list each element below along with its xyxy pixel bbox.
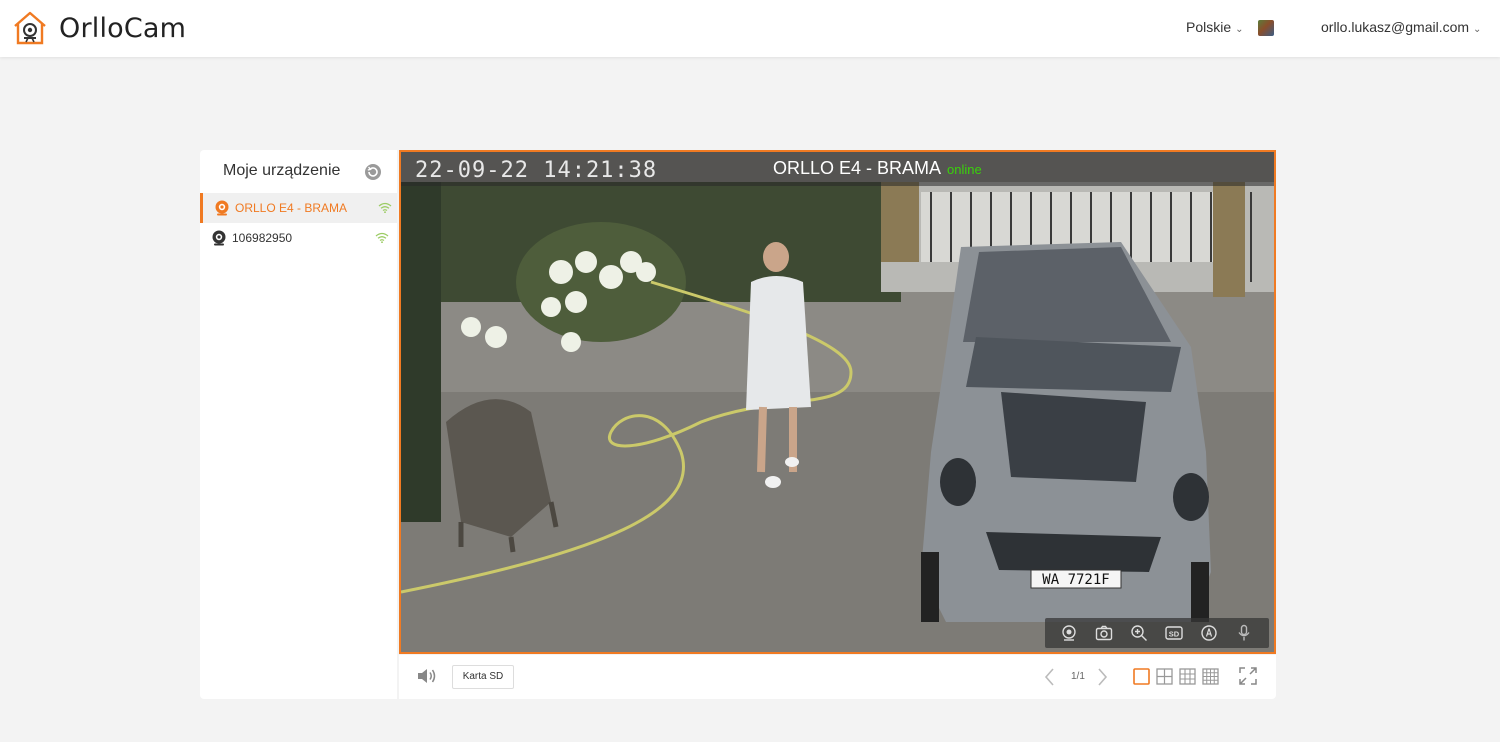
layout-1-icon[interactable]: [1133, 668, 1150, 685]
camera-feed-image: WA 7721F: [401, 152, 1274, 652]
microphone-icon[interactable]: [1235, 624, 1253, 642]
record-icon[interactable]: [1060, 624, 1078, 642]
snapshot-icon[interactable]: [1095, 624, 1113, 642]
chevron-left-icon[interactable]: [1043, 667, 1055, 687]
ptz-icon[interactable]: [1200, 624, 1218, 642]
layout-9-icon[interactable]: [1179, 668, 1196, 685]
status-online-badge: online: [947, 162, 982, 177]
layout-16-icon[interactable]: [1202, 668, 1219, 685]
user-avatar[interactable]: [1258, 20, 1274, 36]
sd-card-button[interactable]: Karta SD: [452, 665, 514, 689]
sd-badge-label: SD: [1169, 630, 1180, 639]
license-plate: WA 7721F: [1042, 572, 1109, 588]
device-label: 106982950: [232, 231, 293, 245]
orllocam-logo-icon[interactable]: [12, 9, 48, 47]
user-email: orllo.lukasz@gmail.com: [1321, 19, 1470, 35]
camera-icon: [215, 200, 229, 216]
refresh-icon[interactable]: [364, 163, 382, 181]
video-timestamp: 22-09-22 14:21:38: [415, 158, 658, 183]
top-bar: OrlloCam Polskie ⌄ orllo.lukasz@gmail.com…: [0, 0, 1500, 57]
live-video-player[interactable]: WA 7721F 22-09-22 14:21:38 ORLLO E4 - BR…: [399, 150, 1276, 654]
layout-4-icon[interactable]: [1156, 668, 1173, 685]
language-label: Polskie: [1186, 19, 1232, 35]
video-toolbar: SD: [1045, 618, 1269, 648]
brand-name: OrlloCam: [59, 13, 187, 44]
player-controls: Karta SD 1/1: [399, 655, 1276, 699]
sidebar-device-106982950[interactable]: 106982950: [200, 223, 397, 253]
chevron-down-icon: ⌄: [1473, 24, 1482, 35]
sidebar-title: Moje urządzenie: [223, 162, 341, 179]
device-label: ORLLO E4 - BRAMA: [235, 201, 348, 215]
chevron-right-icon[interactable]: [1097, 667, 1109, 687]
device-sidebar: Moje urządzenie ORLLO E4 - BRAMA 1069829…: [200, 150, 397, 699]
zoom-icon[interactable]: [1130, 624, 1148, 642]
wifi-icon: [375, 232, 389, 243]
language-selector[interactable]: Polskie ⌄: [1186, 19, 1244, 35]
page-indicator: 1/1: [1071, 671, 1085, 682]
camera-icon: [212, 230, 226, 246]
fullscreen-icon[interactable]: [1238, 666, 1258, 686]
video-camera-title: ORLLO E4 - BRAMA online: [773, 158, 982, 179]
chevron-down-icon: ⌄: [1235, 24, 1244, 35]
user-menu[interactable]: orllo.lukasz@gmail.com ⌄: [1321, 19, 1481, 35]
camera-name: ORLLO E4 - BRAMA: [773, 158, 942, 178]
sd-quality-icon[interactable]: SD: [1165, 624, 1183, 642]
wifi-icon: [378, 202, 392, 213]
sidebar-device-orllo-e4-brama[interactable]: ORLLO E4 - BRAMA: [200, 193, 397, 223]
speaker-icon[interactable]: [416, 666, 438, 686]
